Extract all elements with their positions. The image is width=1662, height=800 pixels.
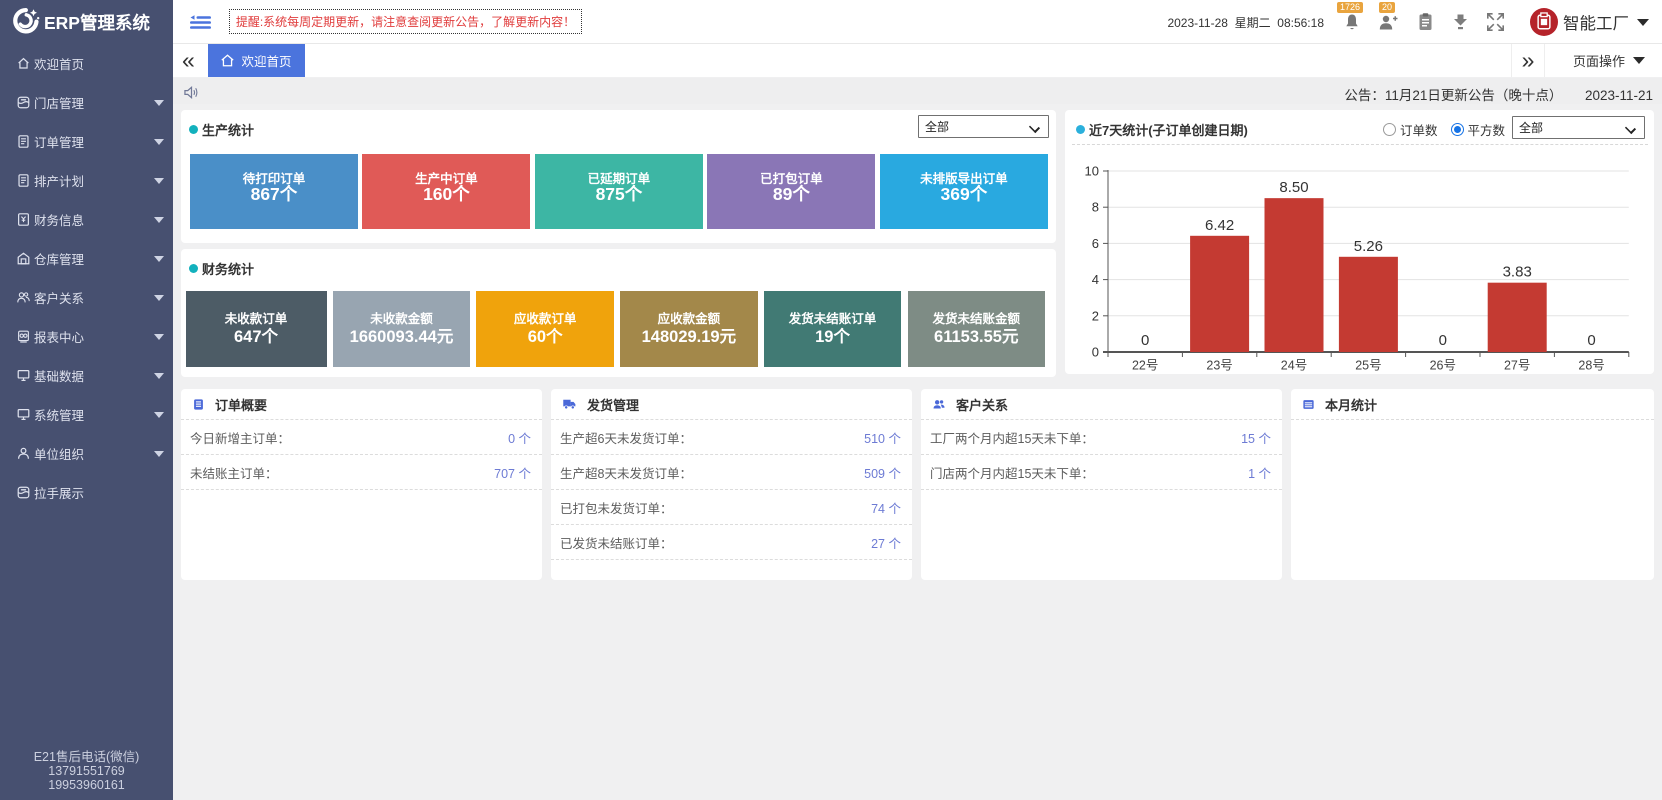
svg-text:8: 8 [1092, 200, 1099, 215]
svg-text:6: 6 [1092, 236, 1099, 251]
svg-text:2: 2 [1092, 308, 1099, 323]
svg-text:0: 0 [1141, 332, 1149, 349]
svg-text:0: 0 [1439, 332, 1447, 349]
svg-text:26号: 26号 [1430, 359, 1456, 373]
svg-text:25号: 25号 [1355, 359, 1381, 373]
svg-text:4: 4 [1092, 272, 1099, 287]
svg-text:8.50: 8.50 [1279, 179, 1308, 196]
svg-text:28号: 28号 [1578, 359, 1604, 373]
svg-text:3.83: 3.83 [1503, 264, 1532, 281]
svg-text:24号: 24号 [1281, 359, 1307, 373]
svg-text:27号: 27号 [1504, 359, 1530, 373]
svg-text:5.26: 5.26 [1354, 238, 1383, 255]
svg-text:23号: 23号 [1206, 359, 1232, 373]
svg-text:22号: 22号 [1132, 359, 1158, 373]
svg-text:6.42: 6.42 [1205, 217, 1234, 234]
svg-text:0: 0 [1092, 345, 1099, 360]
svg-text:0: 0 [1587, 332, 1595, 349]
svg-text:10: 10 [1085, 164, 1099, 179]
